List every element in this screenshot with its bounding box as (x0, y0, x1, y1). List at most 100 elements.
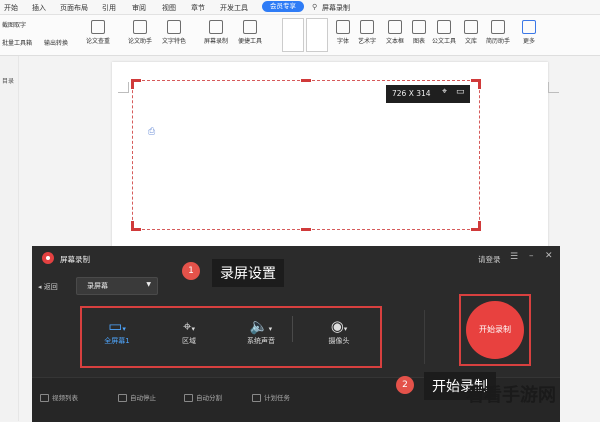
paper-assistant-icon (133, 20, 147, 34)
font-button[interactable]: 字体 (336, 20, 350, 45)
ribbon-toolbar: 截图取字 批量工具箱 输出转换 论文查重 论文助手 文字特色 屏幕录制 便捷工具… (0, 15, 600, 56)
resize-handle[interactable] (301, 79, 311, 82)
page-margin-mark (118, 82, 129, 93)
official-doc-button[interactable]: 公文工具 (432, 20, 456, 45)
outline-sidebar[interactable]: 目录 (0, 56, 19, 421)
toolbox-icon (243, 20, 257, 34)
watermark-text: 看看手游网 (466, 385, 556, 406)
library-button[interactable]: 文库 (464, 20, 478, 45)
back-arrow-icon: ◂ (38, 283, 42, 291)
auto-split-button[interactable]: 自动分割 (184, 392, 222, 402)
menu-item-review[interactable]: 审阅 (132, 3, 146, 13)
wordart-icon (360, 20, 374, 34)
fullscreen-option-label: 全屏幕1 (104, 337, 130, 345)
record-mode-select[interactable]: 录屏幕 ▼ (76, 277, 158, 295)
resize-handle[interactable] (301, 228, 311, 231)
paper-assistant-button[interactable]: 论文助手 (128, 20, 152, 45)
resize-handle[interactable] (478, 79, 481, 89)
wordart-button[interactable]: 艺术字 (358, 20, 376, 45)
minimize-icon[interactable]: – (529, 251, 534, 261)
paper-check-icon (91, 20, 105, 34)
handy-tools-button[interactable]: 便捷工具 (238, 20, 262, 45)
recorder-title: 屏幕录制 (60, 255, 90, 264)
style-preview-1[interactable] (282, 18, 304, 52)
resize-handle[interactable] (131, 79, 134, 89)
chevron-down-icon: ▼ (146, 281, 151, 288)
divider (424, 310, 425, 364)
system-sound-option[interactable]: 🔈▾ 系统声音 (226, 316, 296, 346)
close-icon[interactable]: ✕ (545, 251, 553, 261)
search-icon[interactable]: ⚲ (312, 3, 317, 11)
auto-stop-button[interactable]: 自动停止 (118, 392, 156, 402)
monitor-icon: ▭▾ (108, 317, 126, 335)
vip-tab[interactable]: 会员专享 (262, 1, 304, 12)
webcam-option-label: 摄像头 (328, 337, 350, 345)
text-feature-button[interactable]: 文字特色 (162, 20, 186, 45)
sidebar-toc-label: 目录 (2, 78, 15, 85)
timer-icon (118, 394, 127, 402)
page-margin-mark (548, 82, 559, 93)
menu-item-chapter[interactable]: 章节 (191, 3, 205, 13)
selection-size-text: 726 X 314 (392, 89, 431, 98)
batch-tools-button[interactable]: 批量工具箱 (2, 38, 32, 47)
callout-badge-2: 2 (396, 376, 414, 394)
text-feature-icon (167, 20, 181, 34)
menu-item-developer[interactable]: 开发工具 (220, 3, 248, 13)
more-button[interactable]: 更多 (522, 20, 536, 45)
list-icon (40, 394, 49, 402)
official-doc-icon (437, 20, 451, 34)
resume-icon (491, 20, 505, 34)
paper-check-button[interactable]: 论文查重 (86, 20, 110, 45)
more-icon (522, 20, 536, 34)
fullscreen-option[interactable]: ▭▾ 全屏幕1 (82, 316, 152, 346)
menu-item-layout[interactable]: 页面布局 (60, 3, 88, 13)
clock-icon (252, 394, 261, 402)
scheduled-task-button[interactable]: 计划任务 (252, 392, 290, 402)
menu-icon[interactable]: ☰ (510, 252, 518, 262)
search-text[interactable]: 屏幕录制 (322, 3, 350, 13)
library-icon (464, 20, 478, 34)
region-option[interactable]: ⌖▾ 区域 (154, 316, 224, 346)
menu-item-insert[interactable]: 插入 (32, 3, 46, 13)
style-preview-2[interactable] (306, 18, 328, 52)
menu-item-start[interactable]: 开始 (4, 3, 18, 13)
split-icon (184, 394, 193, 402)
textbox-button[interactable]: 文本框 (386, 20, 404, 45)
login-link[interactable]: 请登录 (478, 254, 501, 265)
callout-record-settings: 录屏设置 (212, 259, 284, 287)
crop-icon: ⌖▾ (183, 317, 195, 335)
resize-handle[interactable] (478, 221, 481, 231)
screen-record-icon (209, 20, 223, 34)
chart-button[interactable]: 图表 (412, 20, 426, 45)
resize-handle[interactable] (131, 221, 134, 231)
crop-icon[interactable]: ⌖ (442, 87, 447, 97)
webcam-icon: ◉▾ (330, 317, 348, 335)
record-mode-value: 录屏幕 (87, 282, 108, 290)
divider (292, 316, 293, 342)
region-option-label: 区域 (182, 337, 196, 345)
font-icon (336, 20, 350, 34)
menu-item-references[interactable]: 引用 (102, 3, 116, 13)
screenshot-ocr-button[interactable]: 截图取字 (2, 20, 26, 29)
start-record-button[interactable]: 开始录制 (466, 301, 524, 359)
fullscreen-icon[interactable]: ▭ (456, 87, 465, 97)
callout-badge-1: 1 (182, 262, 200, 280)
menu-item-view[interactable]: 视图 (162, 3, 176, 13)
start-record-highlight: 开始录制 (459, 294, 531, 366)
output-convert-button[interactable]: 输出转换 (44, 38, 68, 47)
recorder-logo-icon (42, 252, 54, 264)
back-button[interactable]: ◂ 返回 (38, 282, 58, 292)
screen-record-button[interactable]: 屏幕录制 (204, 20, 228, 45)
chart-icon (412, 20, 426, 34)
recorder-titlebar[interactable]: 屏幕录制 请登录 ☰ – ✕ (32, 246, 560, 272)
speaker-icon: 🔈▾ (249, 317, 273, 335)
paste-icon[interactable]: ⎙ (148, 127, 155, 137)
selection-size-bar: 726 X 314 ⌖ ▭ (386, 85, 470, 103)
record-settings-group: ▭▾ 全屏幕1 ⌖▾ 区域 🔈▾ 系统声音 ◉▾ 摄像头 (80, 306, 382, 368)
system-sound-option-label: 系统声音 (247, 337, 275, 345)
textbox-icon (388, 20, 402, 34)
video-list-button[interactable]: 视频列表 (40, 392, 78, 402)
webcam-option[interactable]: ◉▾ 摄像头 (304, 316, 374, 346)
resume-assistant-button[interactable]: 简历助手 (486, 20, 510, 45)
menu-bar: 开始 插入 页面布局 引用 审阅 视图 章节 开发工具 会员专享 ⚲ 屏幕录制 (0, 0, 600, 15)
